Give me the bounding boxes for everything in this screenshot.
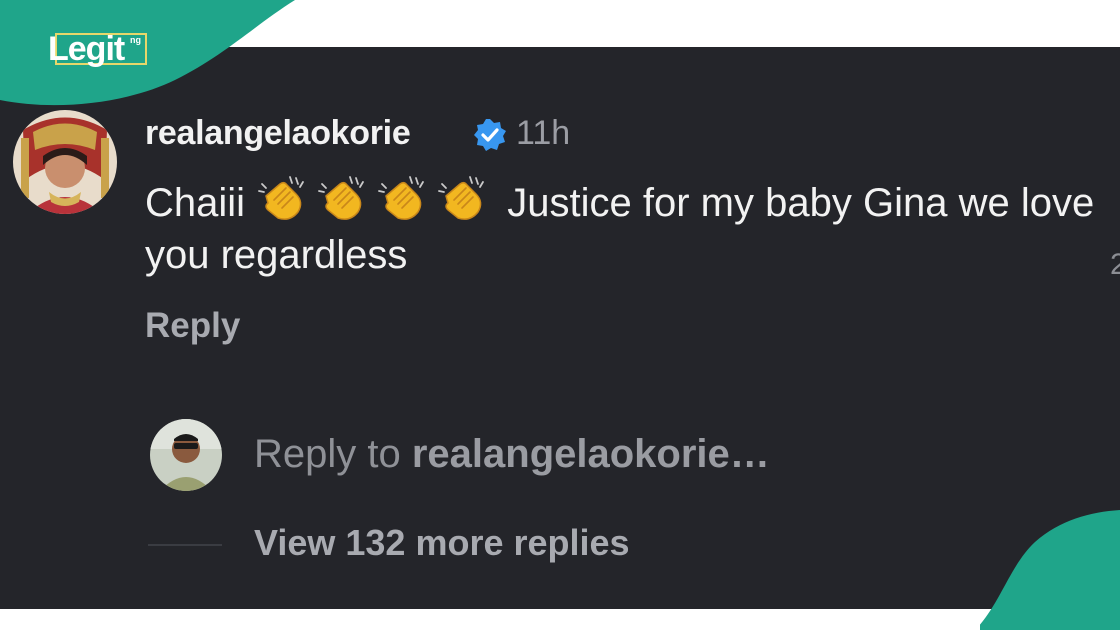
reply-input-target: realangelaokorie…	[411, 432, 770, 476]
avatar-image	[13, 110, 117, 214]
verified-badge-icon	[474, 119, 506, 151]
comment-timestamp: 11h	[516, 114, 571, 152]
view-more-replies-button[interactable]: View 132 more replies	[254, 522, 630, 564]
comment-text-start: Chaiii	[145, 181, 246, 225]
comment-text: Chaiii Justice for my baby Gina we love …	[145, 174, 1095, 281]
brand-blob-top-left	[0, 0, 295, 106]
site-logo: Legit	[48, 30, 125, 68]
reply-input[interactable]: Reply to realangelaokorie…	[254, 432, 770, 477]
clapping-hands-icon	[258, 176, 305, 220]
partial-like-count: 2	[1110, 248, 1120, 281]
clapping-hands-icon	[378, 176, 425, 220]
screenshot-frame: Legit ng realangelaokorie 11h Chaiii Jus…	[0, 0, 1120, 630]
brand-blob-bottom-right	[980, 510, 1120, 630]
logo-suffix: ng	[130, 35, 141, 45]
emoji-group	[256, 176, 496, 225]
reply-button[interactable]: Reply	[145, 306, 240, 346]
comment-username[interactable]: realangelaokorie	[145, 114, 411, 153]
current-user-avatar	[150, 419, 222, 491]
current-user-avatar-image	[150, 419, 222, 491]
reply-input-prefix: Reply to	[254, 432, 412, 476]
clapping-hands-icon	[318, 176, 365, 220]
replies-divider	[148, 544, 222, 546]
clapping-hands-icon	[438, 176, 485, 220]
commenter-avatar[interactable]	[13, 110, 117, 214]
